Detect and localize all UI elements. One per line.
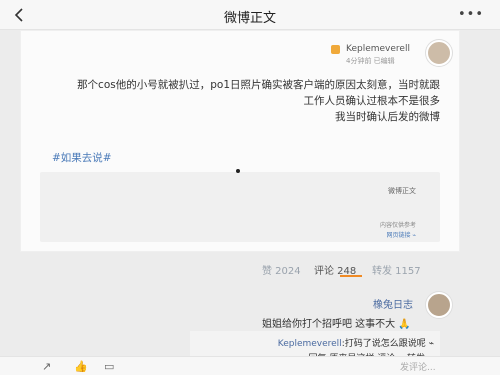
reply-author[interactable]: Keplemeverell (278, 339, 342, 349)
stats-bar: 赞 2024 评论 248 转发 1157 (0, 262, 500, 280)
reply-line: Keplemeverell:打码了说怎么跟说呢 ⌁ (278, 336, 434, 349)
post-text-line: 那个cos他的小号就被扒过，po1日照片确实被客户端的原因太刻意，当时就跟 (77, 79, 440, 91)
hashtag-link[interactable]: #如果去说# (52, 150, 112, 165)
commenter-name[interactable]: 橡兔日志 (373, 296, 413, 311)
comment-input[interactable]: 发评论... (400, 360, 436, 373)
author-name[interactable]: Keplemeverell (346, 44, 410, 54)
post-meta: 4分钟前 已编辑 (346, 57, 395, 65)
likes-tab[interactable]: 赞 2024 (262, 262, 301, 277)
commenter-avatar[interactable] (426, 292, 452, 318)
quoted-link[interactable]: 网页链接 ⌁ (386, 230, 416, 239)
post-text-line: 工作人员确认过根本不是很多 (303, 95, 441, 107)
author-avatar[interactable] (426, 40, 452, 66)
cursor-dot (236, 169, 240, 173)
post-text-line: 我当时确认后发的微博 (335, 111, 440, 123)
comment-text: 姐姐给你打个招呼吧 这事不大 🙏 (262, 319, 411, 330)
vip-badge-icon (331, 45, 340, 54)
reply-text: :打码了说怎么跟说呢 ⌁ (341, 339, 434, 349)
more-options-icon[interactable]: ••• (458, 7, 484, 22)
quoted-title: 微博正文 (388, 187, 416, 195)
page-title: 微博正文 (223, 11, 276, 26)
like-icon[interactable]: 👍 (74, 360, 88, 373)
quoted-card[interactable]: 微博正文 内容仅供参考 网页链接 ⌁ (40, 172, 440, 242)
comment-icon[interactable]: ▭ (104, 360, 114, 373)
active-tab-indicator (340, 275, 362, 277)
top-bar: 微博正文 ••• (0, 0, 500, 30)
bottom-bar: ↗ 👍 ▭ 发评论... (0, 356, 500, 375)
share-icon[interactable]: ↗ (42, 360, 51, 373)
reposts-tab[interactable]: 转发 1157 (372, 262, 421, 277)
quoted-subtitle: 内容仅供参考 (379, 222, 416, 229)
